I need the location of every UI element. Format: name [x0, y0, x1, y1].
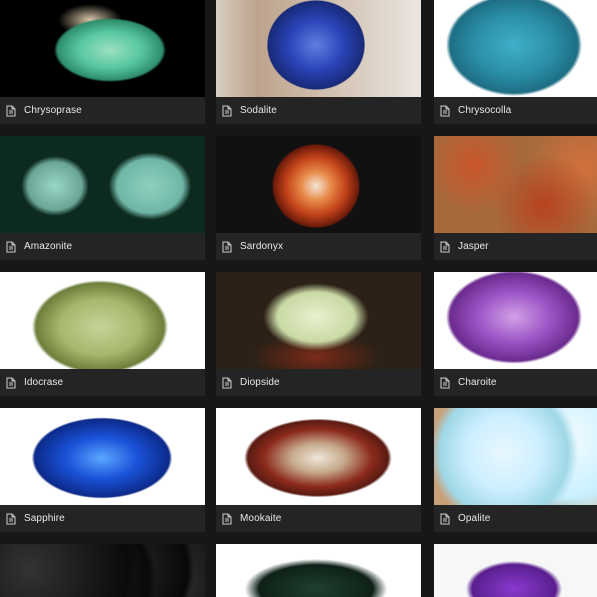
- file-icon: [440, 241, 450, 252]
- gallery-card[interactable]: Diopside: [216, 272, 421, 396]
- file-icon: [6, 377, 16, 388]
- card-label: Sardonyx: [240, 241, 284, 252]
- gallery-thumbnail[interactable]: [434, 272, 597, 369]
- gallery-card[interactable]: Idocrase: [0, 272, 205, 396]
- gallery-card[interactable]: [216, 544, 421, 597]
- gallery-card[interactable]: Chrysocolla: [434, 0, 597, 124]
- gallery-card[interactable]: Opalite: [434, 408, 597, 532]
- gallery-thumbnail[interactable]: [434, 544, 597, 597]
- gallery-thumbnail[interactable]: [216, 0, 421, 97]
- file-icon: [440, 377, 450, 388]
- file-icon: [440, 105, 450, 116]
- card-label: Chrysoprase: [24, 105, 82, 116]
- card-caption: Amazonite: [0, 233, 205, 260]
- gallery-card[interactable]: [0, 544, 205, 597]
- card-label: Jasper: [458, 241, 489, 252]
- gallery-thumbnail[interactable]: [0, 0, 205, 97]
- gallery-thumbnail[interactable]: [216, 408, 421, 505]
- gallery-card[interactable]: Chrysoprase: [0, 0, 205, 124]
- gallery-thumbnail[interactable]: [0, 544, 205, 597]
- card-caption: Opalite: [434, 505, 597, 532]
- card-label: Charoite: [458, 377, 497, 388]
- file-icon: [222, 241, 232, 252]
- gallery-thumbnail[interactable]: [434, 408, 597, 505]
- gallery-card[interactable]: Amazonite: [0, 136, 205, 260]
- gallery-thumbnail[interactable]: [0, 272, 205, 369]
- gallery-card[interactable]: Sapphire: [0, 408, 205, 532]
- card-label: Sodalite: [240, 105, 277, 116]
- card-label: Diopside: [240, 377, 280, 388]
- file-icon: [222, 105, 232, 116]
- card-label: Chrysocolla: [458, 105, 512, 116]
- gallery-card[interactable]: Jasper: [434, 136, 597, 260]
- file-icon: [6, 241, 16, 252]
- card-label: Idocrase: [24, 377, 64, 388]
- gallery-thumbnail[interactable]: [0, 408, 205, 505]
- card-caption: Charoite: [434, 369, 597, 396]
- card-caption: Sapphire: [0, 505, 205, 532]
- card-label: Mookaite: [240, 513, 282, 524]
- image-grid: Chrysoprase Sodalite Chrysocolla Amazoni…: [0, 0, 597, 597]
- gallery-thumbnail[interactable]: [216, 272, 421, 369]
- gallery-card[interactable]: Charoite: [434, 272, 597, 396]
- card-caption: Mookaite: [216, 505, 421, 532]
- file-icon: [222, 377, 232, 388]
- card-caption: Sodalite: [216, 97, 421, 124]
- gallery-thumbnail[interactable]: [434, 136, 597, 233]
- card-caption: Sardonyx: [216, 233, 421, 260]
- gallery-card[interactable]: [434, 544, 597, 597]
- card-caption: Chrysocolla: [434, 97, 597, 124]
- card-caption: Diopside: [216, 369, 421, 396]
- card-caption: Chrysoprase: [0, 97, 205, 124]
- card-caption: Jasper: [434, 233, 597, 260]
- file-icon: [6, 105, 16, 116]
- file-icon: [440, 513, 450, 524]
- gallery-card[interactable]: Sardonyx: [216, 136, 421, 260]
- gallery-card[interactable]: Mookaite: [216, 408, 421, 532]
- card-caption: Idocrase: [0, 369, 205, 396]
- gallery-thumbnail[interactable]: [434, 0, 597, 97]
- file-icon: [222, 513, 232, 524]
- gallery-thumbnail[interactable]: [216, 136, 421, 233]
- gallery-card[interactable]: Sodalite: [216, 0, 421, 124]
- card-label: Sapphire: [24, 513, 65, 524]
- gallery-thumbnail[interactable]: [216, 544, 421, 597]
- file-icon: [6, 513, 16, 524]
- gallery-thumbnail[interactable]: [0, 136, 205, 233]
- card-label: Opalite: [458, 513, 491, 524]
- card-label: Amazonite: [24, 241, 73, 252]
